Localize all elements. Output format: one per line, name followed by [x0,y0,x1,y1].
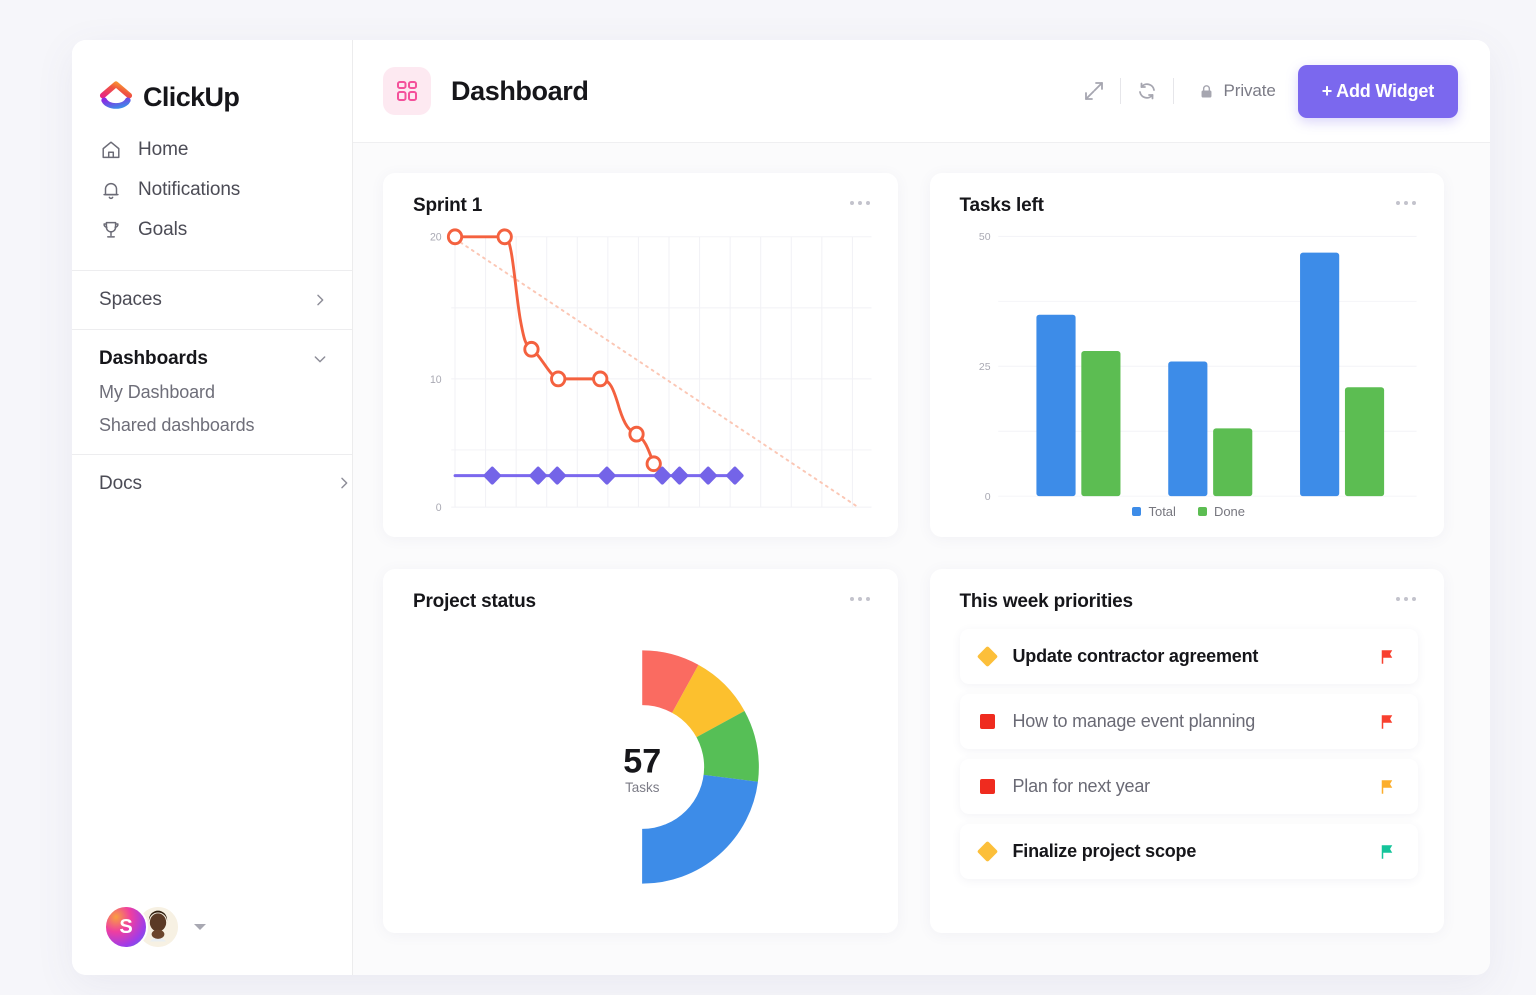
project-status-donut: 57 Tasks [413,619,872,915]
user-bar[interactable]: S [72,905,352,975]
privacy-label: Private [1223,81,1276,100]
topbar: Dashboard Private + Add Widget [353,40,1490,143]
chevron-right-icon[interactable] [336,475,352,491]
sidebar-item-label: Goals [138,219,188,240]
list-item-label: Plan for next year [1012,776,1151,796]
flag-icon[interactable] [1378,778,1396,796]
legend-swatch-done [1197,507,1207,516]
list-item-label: Update contractor agreement [1012,646,1259,666]
clickup-logo-icon [99,80,133,114]
card-title: Project status [413,591,536,612]
svg-text:50: 50 [978,231,990,243]
main-content: Dashboard Private + Add Widget Sprint 1 … [353,40,1490,975]
priority-square-icon [979,779,995,794]
sidebar-item-notifications[interactable]: Notifications [72,170,352,210]
home-icon [100,139,122,161]
brand[interactable]: ClickUp [72,40,352,126]
lock-icon [1198,83,1215,100]
priorities-list: Update contractor agreement How to manag… [959,613,1418,879]
page-title: Dashboard [451,75,589,106]
donut-center-label: Tasks [625,780,660,795]
refresh-icon[interactable] [1135,79,1159,103]
widget-sprint-1: Sprint 1 20 10 0 [383,173,898,537]
card-title: This week priorities [959,591,1134,612]
more-options-icon[interactable] [848,195,872,211]
sidebar: ClickUp Home Notifications Goals Spaces … [72,40,353,975]
divider [1119,78,1121,104]
widget-tasks-left: Tasks left 50 25 0 Total Done [929,173,1444,537]
sidebar-item-my-dashboard[interactable]: My Dashboard [99,370,328,403]
chevron-down-icon[interactable] [312,351,328,367]
add-widget-button[interactable]: + Add Widget [1297,64,1458,118]
priority-square-icon [979,714,995,729]
dashboards-label: Dashboards [99,348,208,369]
sidebar-item-label: Home [138,139,189,160]
priority-diamond-icon [976,840,998,863]
widget-this-week-priorities: This week priorities Update contractor a… [929,569,1444,933]
more-options-icon[interactable] [1394,591,1418,607]
sidebar-item-label: Notifications [138,179,241,200]
card-title: Tasks left [959,195,1044,216]
tasks-left-chart: 50 25 0 [960,223,1419,500]
legend-swatch-total [1132,507,1142,516]
card-title: Sprint 1 [413,195,483,216]
sprint-burndown-chart: 20 10 0 [413,223,872,519]
sidebar-section-spaces[interactable]: Spaces [72,270,352,329]
legend-label-done: Done [1213,504,1246,519]
legend-label-total: Total [1148,504,1176,519]
priority-diamond-icon [976,645,998,668]
sidebar-nav: Home Notifications Goals [72,126,352,270]
chart-legend: Total Done [960,500,1419,519]
workspace-avatar[interactable]: S [104,905,148,949]
bell-icon [100,179,122,201]
divider [1172,78,1174,104]
flag-icon[interactable] [1378,713,1396,731]
sidebar-item-shared-dashboards[interactable]: Shared dashboards [99,403,328,436]
list-item[interactable]: Update contractor agreement [959,629,1418,684]
sidebar-item-goals[interactable]: Goals [72,210,352,250]
topbar-actions: Private + Add Widget [1068,64,1458,118]
more-options-icon[interactable] [848,591,872,607]
dashboards-toggle[interactable]: Dashboards [99,348,328,370]
sidebar-section-docs[interactable]: Docs [72,454,352,513]
donut-center-value: 57 [623,742,661,780]
list-item[interactable]: Plan for next year [959,759,1418,814]
privacy-toggle[interactable]: Private [1198,81,1276,101]
svg-text:10: 10 [430,374,442,386]
app-window: ClickUp Home Notifications Goals Spaces … [72,40,1490,975]
chevron-right-icon[interactable] [312,292,328,308]
svg-text:0: 0 [436,502,442,514]
more-options-icon[interactable] [1394,195,1418,211]
svg-text:0: 0 [984,491,990,500]
trophy-icon [100,219,122,241]
expand-arrows-icon[interactable] [1082,79,1106,103]
list-item[interactable]: Finalize project scope [959,824,1418,879]
dashboard-grid-icon [383,67,431,115]
legend-item-total: Total [1132,504,1176,519]
flag-icon[interactable] [1378,648,1396,666]
widget-project-status: Project status 57 Tasks [383,569,898,933]
svg-text:25: 25 [978,361,990,373]
sidebar-item-home[interactable]: Home [72,130,352,170]
caret-down-icon[interactable] [194,924,206,930]
svg-text:20: 20 [430,232,442,244]
brand-name: ClickUp [143,81,240,112]
docs-label: Docs [99,473,142,494]
list-item-label: How to manage event planning [1012,711,1256,731]
list-item[interactable]: How to manage event planning [959,694,1418,749]
sidebar-section-dashboards: Dashboards My Dashboard Shared dashboard… [72,329,352,454]
list-item-label: Finalize project scope [1012,841,1197,861]
legend-item-done: Done [1197,504,1246,519]
widget-grid: Sprint 1 20 10 0 Tasks left 50 25 0 Tota… [353,143,1490,975]
flag-icon[interactable] [1378,843,1396,861]
spaces-label: Spaces [99,289,162,310]
